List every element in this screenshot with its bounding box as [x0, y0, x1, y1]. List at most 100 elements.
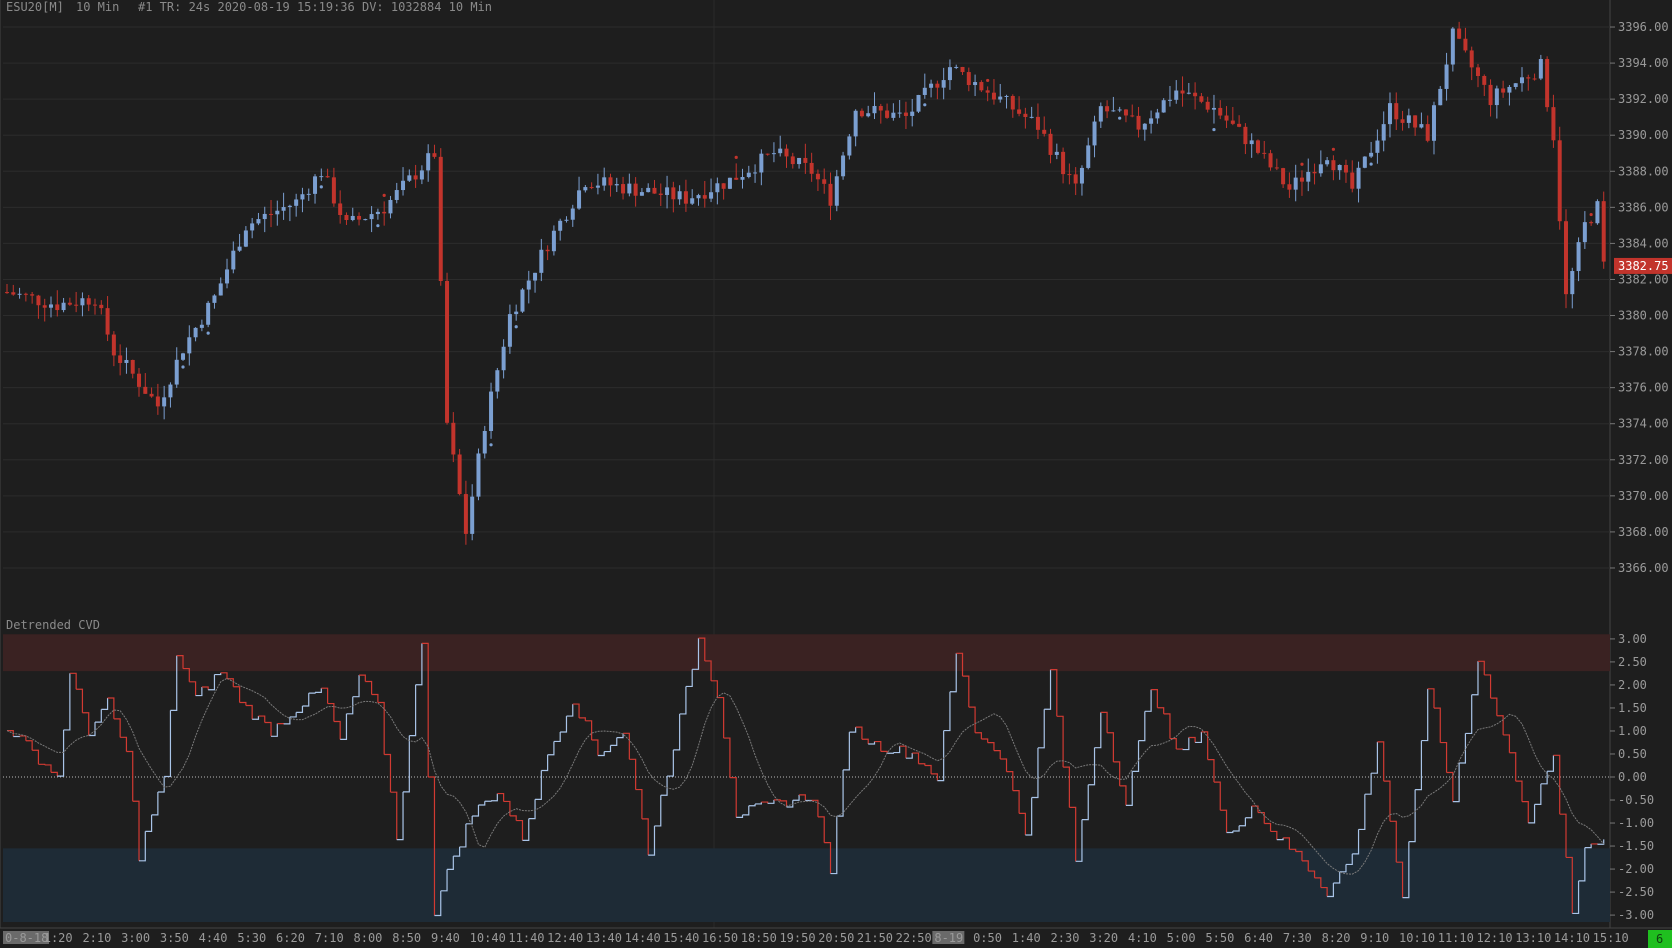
candle-body	[1117, 109, 1122, 111]
candle-body	[916, 94, 921, 112]
candle-body	[407, 175, 412, 181]
candle-body	[872, 106, 877, 114]
candle-body	[1425, 124, 1430, 141]
cvd-segment	[1081, 784, 1089, 821]
candle-body	[702, 195, 707, 199]
candle-body	[1237, 123, 1242, 127]
chart-canvas[interactable]: 3396.00 3394.00 3392.00 3390.00 3388.00 3386.…	[0, 0, 1672, 948]
time-label: 12:10	[1476, 931, 1512, 945]
status-badge-label: 6	[1656, 932, 1663, 946]
candle-body	[885, 110, 890, 118]
price-tick-label: 3394.00	[1618, 56, 1669, 70]
cvd-segment	[1201, 731, 1209, 760]
candle-body	[520, 289, 525, 312]
trading-chart[interactable]: 3396.00 3394.00 3392.00 3390.00 3388.00 3386.…	[0, 0, 1672, 948]
cvd-segment	[1534, 783, 1542, 805]
candle-body	[357, 215, 362, 220]
cvd-segment	[566, 704, 574, 717]
candle-body	[130, 359, 135, 374]
candle-body	[1488, 84, 1493, 106]
time-axis[interactable]: 0-8-181:20 2:10 3:00 3:50 4:40 5:30 6:20 7:10 8:…	[0, 927, 1672, 948]
cvd-segment	[1264, 822, 1272, 832]
cvd-segment	[195, 687, 203, 697]
cvd-segment	[333, 720, 341, 740]
cvd-segment	[553, 732, 561, 743]
signal-dot	[923, 103, 927, 107]
cvd-segment	[302, 693, 310, 707]
cvd-segment	[1182, 737, 1190, 751]
candle-body	[1394, 103, 1399, 120]
cvd-segment	[245, 704, 253, 720]
cvd-segment	[1056, 715, 1064, 768]
cvd-segment	[1421, 688, 1429, 742]
cvd-segment	[1283, 837, 1290, 850]
candle-body	[262, 213, 267, 220]
candle-body	[1199, 96, 1204, 102]
candle-body	[966, 72, 971, 86]
cvd-segment	[1107, 732, 1114, 762]
cvd-segment	[981, 738, 989, 743]
cvd-segment	[19, 735, 27, 741]
candle-body	[42, 305, 47, 308]
candle-body	[715, 183, 720, 193]
candle-body	[614, 184, 619, 186]
price-axis[interactable]: 3396.00 3394.00 3392.00 3390.00 3388.00 3386.…	[1610, 20, 1672, 922]
time-label: 3:00	[121, 931, 150, 945]
cvd-segment	[1521, 800, 1529, 823]
cvd-segment	[1547, 755, 1555, 772]
candle-body	[482, 431, 487, 454]
candle-body	[903, 112, 908, 116]
candle-body	[218, 283, 223, 296]
cvd-segment	[1226, 830, 1234, 834]
signal-dot	[734, 155, 738, 159]
time-label: 14:10	[1554, 931, 1590, 945]
price-tick-label: 3378.00	[1618, 345, 1669, 359]
candle-body	[143, 386, 148, 394]
cvd-bands	[3, 634, 1610, 922]
candle-body	[394, 190, 399, 200]
cvd-segment	[1000, 758, 1008, 772]
candle-body	[1494, 88, 1499, 106]
signal-dot	[376, 224, 380, 228]
candle-body	[790, 156, 795, 165]
candle-body	[1136, 115, 1141, 130]
candle-body	[124, 359, 129, 363]
candle-body	[859, 110, 864, 117]
candle-body	[1230, 120, 1235, 124]
time-label: 13:40	[586, 931, 622, 945]
candle-body	[533, 272, 538, 281]
cvd-segment	[1113, 761, 1121, 786]
cvd-segment	[409, 684, 417, 737]
cvd-segment	[403, 735, 410, 793]
candle-body	[1067, 174, 1072, 176]
candle-body	[80, 298, 85, 306]
time-label: 9:40	[431, 931, 460, 945]
cvd-segment	[742, 805, 750, 816]
time-label: 18:50	[741, 931, 777, 945]
cvd-segment	[377, 701, 385, 755]
candle-body	[1362, 156, 1367, 168]
candle-body	[583, 187, 588, 191]
candle-body	[495, 370, 500, 392]
candle-body	[1149, 118, 1154, 124]
signal-dot	[1331, 147, 1336, 151]
candle-body	[1287, 184, 1292, 190]
cvd-segment	[987, 742, 995, 751]
cvd-segment	[667, 749, 674, 777]
lower-band	[3, 848, 1610, 922]
cvd-segment	[843, 732, 850, 771]
candle-body	[577, 190, 582, 209]
price-tick-label: 3396.00	[1618, 20, 1669, 34]
candle-body	[784, 148, 789, 157]
cvd-segment	[817, 816, 825, 843]
cvd-segment	[905, 753, 913, 759]
candle-body	[683, 191, 688, 204]
cvd-segment	[736, 814, 744, 818]
cvd-segment	[289, 712, 297, 718]
candle-body	[281, 207, 286, 211]
cvd-segment	[535, 770, 542, 801]
candle-body	[947, 67, 952, 81]
candle-body	[501, 346, 506, 371]
cvd-segment	[1163, 713, 1171, 739]
candle-body	[1532, 78, 1537, 80]
